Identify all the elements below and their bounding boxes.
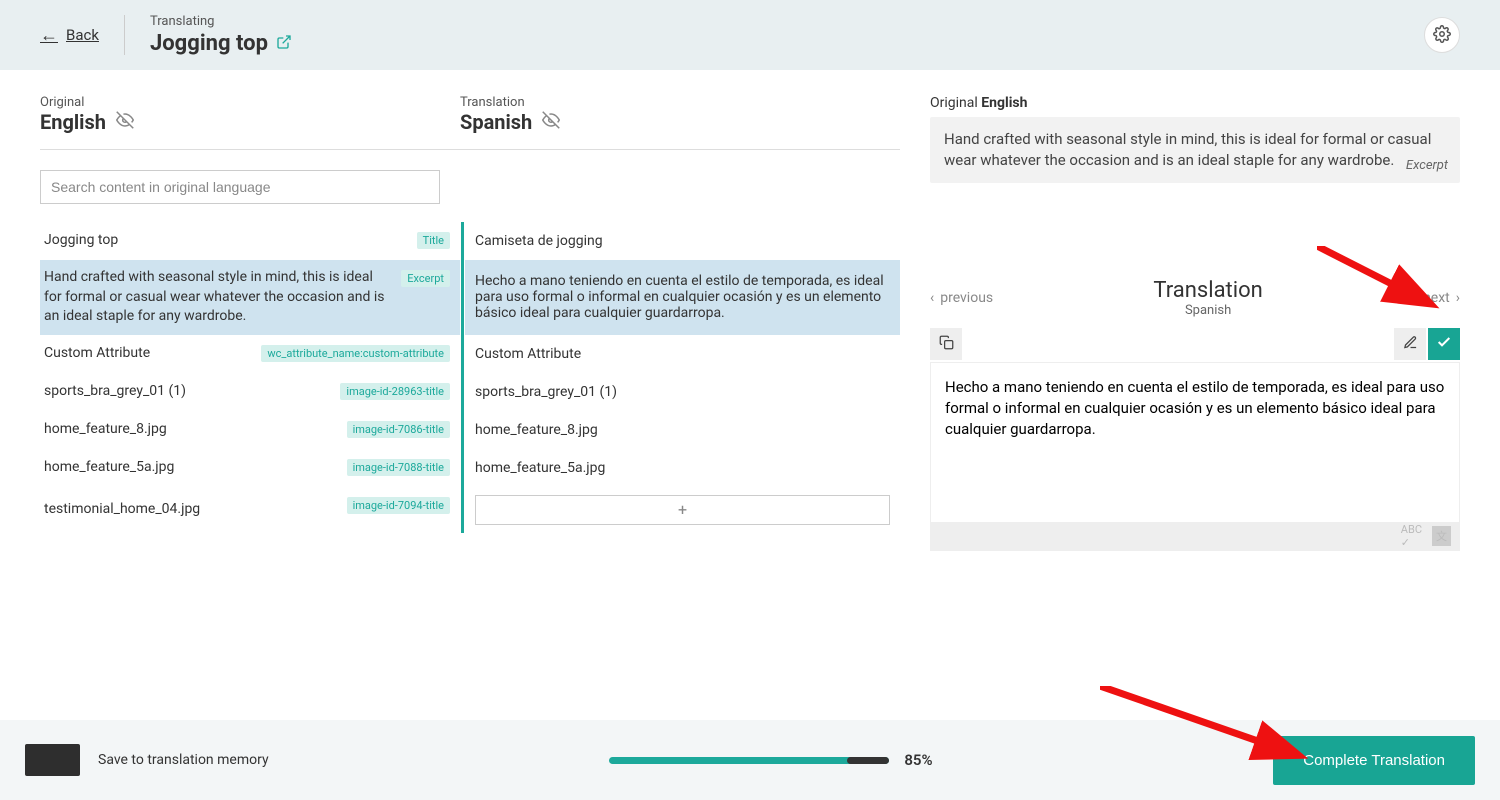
previous-button[interactable]: ‹ previous bbox=[930, 290, 993, 306]
row-badge: image-id-28963-title bbox=[340, 383, 450, 400]
content-row[interactable]: Custom Attribute wc_attribute_name:custom… bbox=[40, 335, 900, 373]
original-text: home_feature_8.jpg bbox=[44, 420, 339, 440]
content-row[interactable]: home_feature_8.jpgimage-id-7086-titlehom… bbox=[40, 411, 900, 449]
header-bar: ← Back Translating Jogging top bbox=[0, 0, 1500, 70]
check-icon bbox=[1436, 334, 1452, 354]
content-row[interactable]: home_feature_5a.jpgimage-id-7088-titleho… bbox=[40, 449, 900, 487]
translation-language: Spanish bbox=[460, 110, 880, 134]
original-preview-label: Original English bbox=[930, 95, 1460, 111]
copy-original-button[interactable] bbox=[930, 328, 962, 360]
original-text: Custom Attribute bbox=[44, 344, 253, 364]
original-preview-text: Hand crafted with seasonal style in mind… bbox=[944, 130, 1431, 169]
language-header: Original English Translation Spanish bbox=[40, 95, 900, 150]
progress-percent: 85% bbox=[904, 751, 932, 769]
translation-nav: ‹ previous Translation Spanish next › bbox=[930, 278, 1460, 318]
original-text: sports_bra_grey_01 (1) bbox=[44, 382, 332, 402]
translation-editor: ABC✓ 文 bbox=[930, 362, 1460, 551]
complete-translation-button[interactable]: Complete Translation bbox=[1273, 736, 1475, 785]
translation-cell[interactable]: sports_bra_grey_01 (1) bbox=[465, 373, 900, 411]
translation-cell[interactable]: Camiseta de jogging bbox=[465, 222, 900, 260]
divider bbox=[124, 15, 125, 55]
translation-toolbar bbox=[930, 328, 1460, 360]
external-link-icon[interactable] bbox=[276, 34, 292, 54]
original-cell[interactable]: sports_bra_grey_01 (1) image-id-28963-tit… bbox=[40, 373, 460, 411]
settings-button[interactable] bbox=[1424, 17, 1460, 53]
search-input[interactable] bbox=[40, 170, 440, 204]
row-badge: image-id-7094-title bbox=[347, 497, 450, 514]
row-badge: wc_attribute_name:custom-attribute bbox=[261, 345, 450, 362]
original-cell[interactable]: testimonial_home_04.jpg image-id-7094-tit… bbox=[40, 487, 460, 533]
row-separator bbox=[461, 449, 464, 487]
original-label: Original bbox=[40, 95, 460, 110]
translation-label: Translation bbox=[460, 95, 880, 110]
back-label: Back bbox=[66, 26, 99, 44]
translation-title-block: Translation Spanish bbox=[1153, 278, 1262, 318]
gear-icon bbox=[1433, 25, 1451, 46]
original-cell[interactable]: home_feature_5a.jpg image-id-7088-title bbox=[40, 449, 460, 487]
translation-cell[interactable]: home_feature_5a.jpg bbox=[465, 449, 900, 487]
translation-cell[interactable]: Hecho a mano teniendo en cuenta el estil… bbox=[465, 260, 900, 335]
row-badge: Excerpt bbox=[401, 270, 450, 287]
row-badge: image-id-7086-title bbox=[347, 421, 450, 438]
content-row[interactable]: sports_bra_grey_01 (1) image-id-28963-tit… bbox=[40, 373, 900, 411]
progress-remaining bbox=[847, 757, 889, 764]
original-cell[interactable]: Hand crafted with seasonal style in mind… bbox=[40, 260, 460, 335]
content-row[interactable]: Hand crafted with seasonal style in mind… bbox=[40, 260, 900, 335]
back-link[interactable]: ← Back bbox=[40, 25, 99, 46]
footer-bar: Save to translation memory 85% Complete … bbox=[0, 720, 1500, 800]
translating-label: Translating bbox=[150, 14, 292, 29]
progress-bar bbox=[609, 757, 889, 764]
row-badge: Title bbox=[417, 232, 450, 249]
content-row[interactable]: Jogging top Title Camiseta de jogging bbox=[40, 222, 900, 260]
pencil-icon bbox=[1403, 335, 1418, 354]
row-separator bbox=[461, 487, 464, 533]
translate-icon[interactable]: 文 bbox=[1432, 526, 1451, 546]
translation-subtitle: Spanish bbox=[1153, 303, 1262, 318]
original-language: English bbox=[40, 110, 460, 134]
save-memory-label: Save to translation memory bbox=[98, 752, 269, 768]
original-text: testimonial_home_04.jpg bbox=[44, 500, 339, 520]
chevron-left-icon: ‹ bbox=[930, 290, 934, 306]
translation-cell[interactable]: + bbox=[465, 487, 900, 533]
original-cell[interactable]: home_feature_8.jpg image-id-7086-title bbox=[40, 411, 460, 449]
save-memory-toggle[interactable] bbox=[25, 744, 80, 776]
chevron-right-icon: › bbox=[1456, 290, 1460, 306]
original-text: Hand crafted with seasonal style in mind… bbox=[44, 268, 393, 327]
original-cell[interactable]: Custom Attribute wc_attribute_name:custom… bbox=[40, 335, 460, 373]
original-text: home_feature_5a.jpg bbox=[44, 458, 339, 478]
copy-icon bbox=[939, 335, 954, 354]
next-button[interactable]: next › bbox=[1423, 290, 1460, 306]
original-preview-box: Hand crafted with seasonal style in mind… bbox=[930, 117, 1460, 183]
arrow-left-icon: ← bbox=[40, 25, 58, 46]
row-badge: image-id-7088-title bbox=[347, 459, 450, 476]
translation-cell[interactable]: home_feature_8.jpg bbox=[465, 411, 900, 449]
eye-off-icon[interactable] bbox=[542, 111, 560, 133]
add-translation-placeholder[interactable]: + bbox=[475, 495, 890, 525]
confirm-button[interactable] bbox=[1428, 328, 1460, 360]
translation-cell[interactable]: Custom Attribute bbox=[465, 335, 900, 373]
editor-footer: ABC✓ 文 bbox=[931, 522, 1459, 550]
content-row[interactable]: testimonial_home_04.jpg image-id-7094-tit… bbox=[40, 487, 900, 533]
row-separator bbox=[461, 373, 464, 411]
original-text: Jogging top bbox=[44, 231, 409, 251]
row-separator bbox=[461, 260, 464, 335]
original-preview-tag: Excerpt bbox=[1406, 157, 1448, 175]
eye-off-icon[interactable] bbox=[116, 111, 134, 133]
row-separator bbox=[461, 411, 464, 449]
original-cell[interactable]: Jogging top Title bbox=[40, 222, 460, 260]
spellcheck-icon[interactable]: ABC✓ bbox=[1401, 523, 1422, 549]
page-title: Jogging top bbox=[150, 31, 292, 56]
row-separator bbox=[461, 222, 464, 260]
translation-textarea[interactable] bbox=[931, 363, 1459, 518]
edit-button[interactable] bbox=[1394, 328, 1426, 360]
content-table: Jogging top Title Camiseta de jogging Hand … bbox=[40, 222, 900, 533]
row-separator bbox=[461, 335, 464, 373]
header-title-block: Translating Jogging top bbox=[150, 14, 292, 56]
progress-indicator: 85% bbox=[609, 751, 932, 769]
translation-title: Translation bbox=[1153, 278, 1262, 303]
